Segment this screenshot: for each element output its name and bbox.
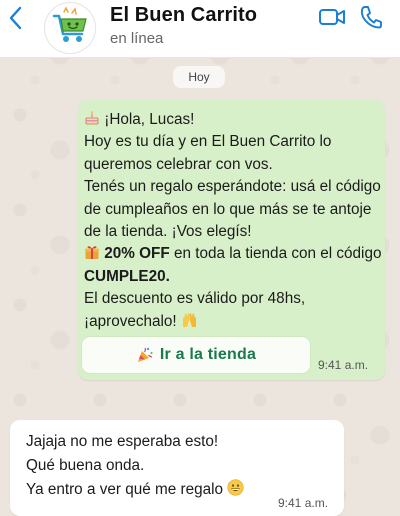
- discount-text: en toda la tienda con el código: [169, 245, 382, 263]
- party-popper-icon: [137, 347, 153, 362]
- video-call-button[interactable]: [318, 5, 346, 29]
- coupon-code[interactable]: CUMPLE20.: [84, 268, 170, 285]
- birthday-cake-icon: [85, 111, 99, 125]
- gift-icon: [85, 246, 99, 260]
- date-separator: Hoy: [173, 66, 225, 88]
- message-line: queremos celebrar con vos.: [84, 155, 273, 173]
- discount-highlight: 20% OFF: [104, 245, 170, 263]
- chevron-left-icon: [9, 6, 22, 30]
- message-line: El descuento es válido por 48hs,: [84, 290, 306, 308]
- message-body: ¡Hola, Lucas! Hoy es tu día y en El Buen…: [84, 109, 382, 333]
- video-camera-icon: [319, 9, 345, 25]
- shopping-cart-logo: [47, 5, 93, 51]
- message-line: de la tienda. ¡Vos elegís!: [84, 223, 252, 241]
- go-to-store-label: Ir a la tienda: [159, 346, 257, 363]
- contact-status: en línea: [110, 30, 164, 47]
- reply-line: Qué buena onda.: [26, 457, 145, 474]
- grinning-face-icon: [227, 479, 244, 496]
- message-line: Hoy es tu día y en El Buen Carrito lo: [84, 133, 332, 151]
- phone-icon: [360, 6, 382, 29]
- message-line: de cumpleaños en lo que más se te antoje: [84, 200, 372, 218]
- message-line: Tenés un regalo esperándote: usá el códi…: [84, 178, 381, 196]
- raising-hands-icon: [182, 312, 196, 327]
- greeting-text: ¡Hola, Lucas!: [104, 111, 195, 128]
- message-timestamp: 9:41 a.m.: [318, 358, 369, 372]
- reply-body: Jajaja no me esperaba esto! Qué buena on…: [26, 430, 244, 502]
- message-line: ¡aprovechalo!: [84, 312, 177, 330]
- contact-avatar[interactable]: [44, 2, 96, 54]
- back-button[interactable]: [4, 4, 28, 32]
- voice-call-button[interactable]: [359, 4, 383, 30]
- go-to-store-button[interactable]: Ir a la tienda: [82, 337, 310, 373]
- reply-line: Ya entro a ver qué me regalo: [26, 481, 223, 498]
- reply-timestamp: 9:41 a.m.: [278, 496, 329, 510]
- chat-header: El Buen Carrito en línea: [0, 0, 400, 58]
- contact-name[interactable]: El Buen Carrito: [110, 4, 257, 27]
- reply-line: Jajaja no me esperaba esto!: [26, 433, 219, 450]
- incoming-message-bubble: ¡Hola, Lucas! Hoy es tu día y en El Buen…: [78, 100, 385, 380]
- reply-message-bubble: Jajaja no me esperaba esto! Qué buena on…: [10, 420, 344, 516]
